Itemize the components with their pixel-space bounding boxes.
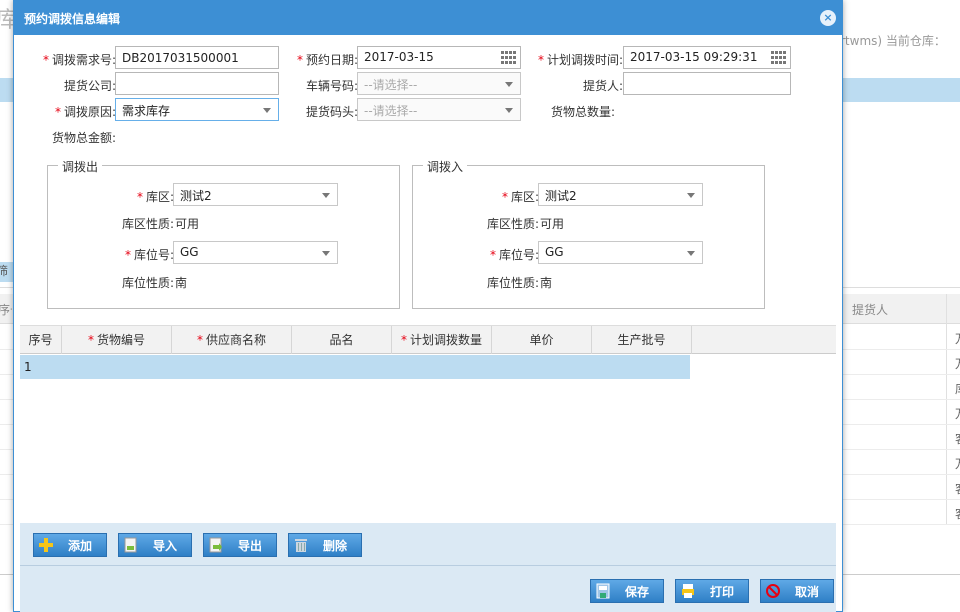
out-loc-prop-label: 库位性质: (121, 276, 174, 290)
chevron-down-icon (322, 193, 330, 198)
pickup-person-input[interactable] (623, 72, 791, 95)
printer-icon (680, 583, 696, 599)
calendar-icon[interactable] (771, 51, 786, 65)
out-loc-select[interactable]: GG (173, 241, 338, 264)
in-loc-prop-label: 库位性质: (486, 276, 539, 290)
col-plan-qty[interactable]: * 计划调拨数量 (392, 326, 492, 354)
col-product-name[interactable]: 品名 (292, 326, 392, 354)
out-loc-label: * 库位号: (124, 248, 174, 262)
import-button[interactable]: 导入 (118, 533, 192, 557)
in-zone-label: * 库区: (501, 190, 539, 204)
col-batch-no[interactable]: 生产批号 (592, 326, 692, 354)
export-icon (208, 537, 224, 553)
dock-label: 提货码头: (305, 105, 358, 119)
chevron-down-icon (687, 193, 695, 198)
table-row[interactable]: 1 (20, 355, 690, 379)
transfer-in-group: 调拨入 * 库区: 测试2 库区性质: 可用 * 库位号: GG 库位性质: 南 (412, 158, 765, 309)
save-button[interactable]: 保存 (590, 579, 664, 603)
chevron-down-icon (505, 82, 513, 87)
plus-icon (38, 537, 54, 553)
add-button[interactable]: 添加 (33, 533, 107, 557)
out-zone-select[interactable]: 测试2 (173, 183, 338, 206)
close-icon[interactable]: × (820, 10, 836, 26)
appoint-date-label: * 预约日期: (296, 53, 358, 67)
grid-toolbar: 添加 导入 导出 删除 (20, 523, 836, 565)
transfer-out-group: 调拨出 * 库区: 测试2 库区性质: 可用 * 库位号: GG 库位性质: 南 (47, 158, 400, 309)
chevron-down-icon (263, 108, 271, 113)
vehicle-no-select[interactable]: --请选择-- (357, 72, 521, 95)
in-zone-select[interactable]: 测试2 (538, 183, 703, 206)
col-index[interactable]: 序号 (20, 326, 62, 354)
chevron-down-icon (687, 251, 695, 256)
vehicle-no-label: 车辆号码: (305, 79, 358, 93)
reason-select[interactable]: 需求库存 (115, 98, 279, 121)
transfer-edit-dialog: 预约调拨信息编辑 × *调拨需求号: *预约日期: 2017-03-15 *计划… (13, 0, 843, 612)
out-loc-prop-value: 南 (175, 276, 188, 290)
pickup-company-input[interactable] (115, 72, 279, 95)
appoint-date-input[interactable]: 2017-03-15 (357, 46, 521, 69)
trash-icon (293, 537, 309, 553)
request-no-input[interactable] (115, 46, 279, 69)
dialog-title-bar[interactable]: 预约调拨信息编辑 × (14, 1, 842, 35)
plan-time-label: * 计划调拨时间: (537, 53, 623, 67)
goods-grid: 序号 * 货物编号 * 供应商名称 品名 * 计划调拨数量 单价 生产批号 1 (20, 325, 836, 523)
pickup-person-label: 提货人: (582, 79, 623, 93)
print-button[interactable]: 打印 (675, 579, 749, 603)
cancel-icon (765, 583, 781, 599)
transfer-out-legend: 调拨出 (58, 158, 103, 175)
pickup-company-label: 提货公司: (63, 79, 116, 93)
total-amount-label: 货物总金额: (51, 131, 116, 145)
transfer-in-legend: 调拨入 (423, 158, 468, 175)
col-supplier-name[interactable]: * 供应商名称 (172, 326, 292, 354)
total-qty-label: 货物总数量: (550, 105, 615, 119)
chevron-down-icon (322, 251, 330, 256)
import-icon (123, 537, 139, 553)
in-zone-prop-value: 可用 (540, 217, 565, 231)
background-user-info: rtwms) 当前仓库： (840, 34, 946, 48)
dialog-footer: 保存 打印 取消 (20, 566, 836, 612)
in-loc-prop-value: 南 (540, 276, 553, 290)
out-zone-prop-value: 可用 (175, 217, 200, 231)
out-zone-label: * 库区: (136, 190, 174, 204)
dock-select[interactable]: --请选择-- (357, 98, 521, 121)
row-index: 1 (24, 360, 32, 374)
save-icon (595, 583, 611, 599)
in-zone-prop-label: 库区性质: (486, 217, 539, 231)
cancel-button[interactable]: 取消 (760, 579, 834, 603)
plan-time-input[interactable]: 2017-03-15 09:29:31 (623, 46, 791, 69)
dialog-body: *调拨需求号: *预约日期: 2017-03-15 *计划调拨时间: 2017-… (20, 35, 836, 612)
background-col-index: 序号 (0, 303, 12, 317)
background-col-pickup-person: 提货人 (852, 303, 889, 317)
dialog-title: 预约调拨信息编辑 (24, 12, 121, 26)
calendar-icon[interactable] (501, 51, 516, 65)
col-unit-price[interactable]: 单价 (492, 326, 592, 354)
grid-header: 序号 * 货物编号 * 供应商名称 品名 * 计划调拨数量 单价 生产批号 (20, 325, 836, 354)
background-tab[interactable]: 筛 (0, 262, 14, 282)
request-no-label: * 调拨需求号: (42, 53, 116, 67)
col-goods-no[interactable]: * 货物编号 (62, 326, 172, 354)
in-loc-label: * 库位号: (489, 248, 539, 262)
chevron-down-icon (505, 108, 513, 113)
export-button[interactable]: 导出 (203, 533, 277, 557)
out-zone-prop-label: 库区性质: (121, 217, 174, 231)
delete-button[interactable]: 删除 (288, 533, 362, 557)
reason-label: * 调拨原因: (54, 105, 116, 119)
in-loc-select[interactable]: GG (538, 241, 703, 264)
